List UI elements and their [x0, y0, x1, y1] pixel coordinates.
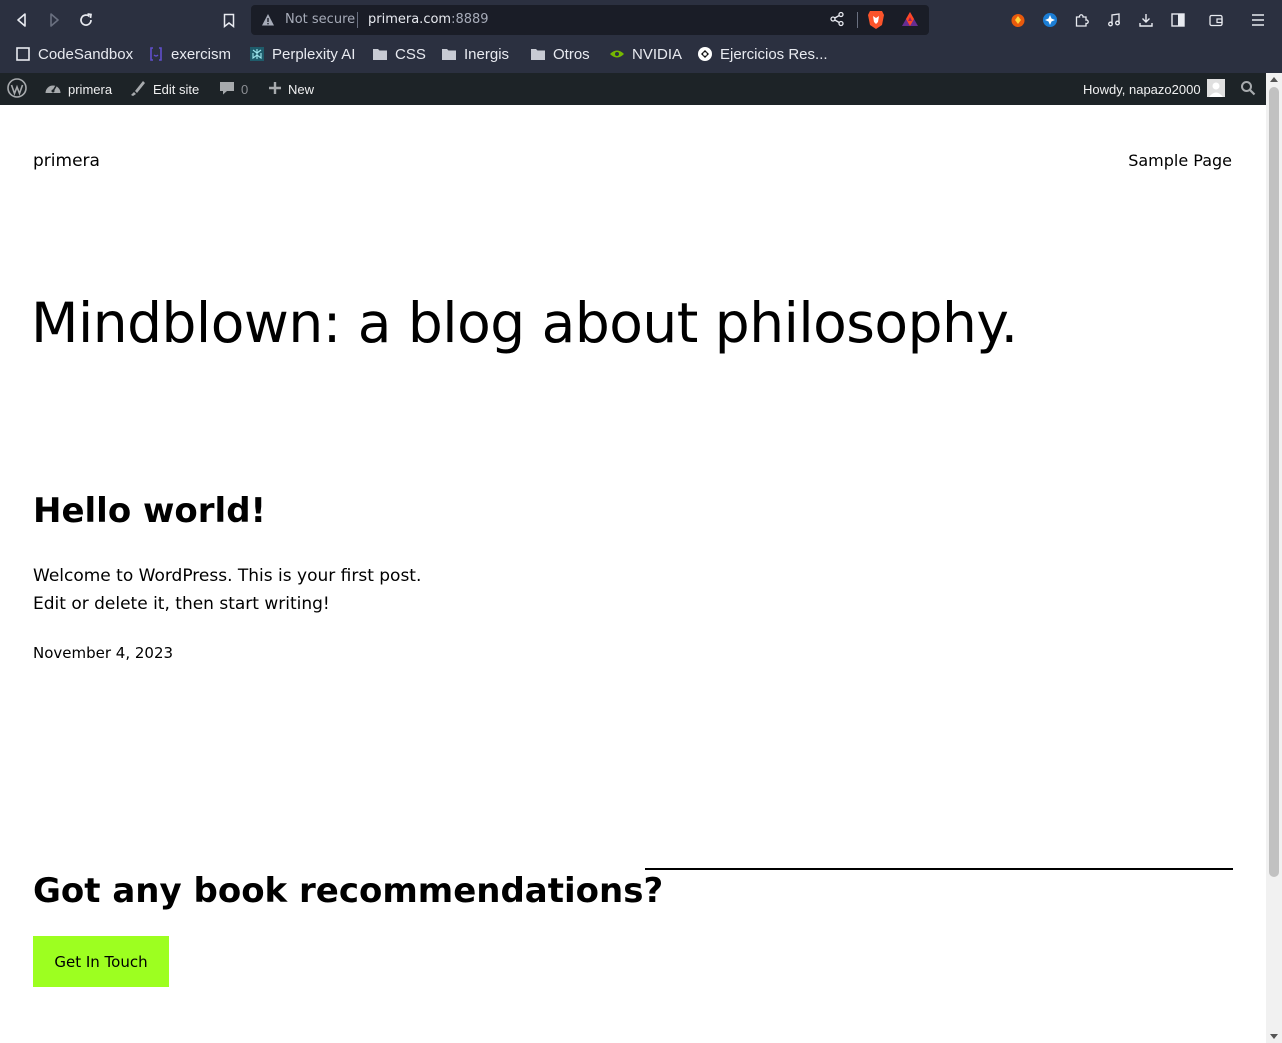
security-label[interactable]: Not secure — [285, 12, 355, 27]
wallet-icon[interactable] — [1205, 9, 1227, 31]
exercism-icon — [148, 46, 164, 62]
dashboard-icon — [44, 80, 62, 99]
codesandbox-icon — [15, 46, 31, 62]
new-content-menu[interactable]: New — [268, 73, 314, 105]
comments-count: 0 — [241, 81, 249, 97]
admin-search[interactable] — [1240, 73, 1256, 105]
plus-icon — [268, 81, 282, 98]
url-text[interactable]: primera.com:8889 — [368, 12, 489, 27]
new-label: New — [288, 81, 315, 97]
separator-line — [645, 868, 1233, 870]
search-icon — [1240, 80, 1256, 99]
brave-rewards-icon[interactable] — [901, 11, 919, 31]
post-excerpt-line: Edit or delete it, then start writing! — [33, 594, 330, 614]
bookmark-exercism[interactable]: exercism — [148, 40, 231, 68]
share-icon[interactable] — [829, 11, 845, 31]
bookmark-label: CodeSandbox — [38, 45, 134, 63]
site-title-link[interactable]: primera — [33, 151, 100, 171]
bookmark-label: exercism — [171, 45, 232, 63]
bookmark-codesandbox[interactable]: CodeSandbox — [15, 40, 133, 68]
page-content: primera Sample Page Mindblown: a blog ab… — [0, 105, 1266, 1043]
scroll-up-arrow-icon[interactable] — [1270, 77, 1278, 82]
menu-icon[interactable] — [1247, 9, 1269, 31]
bookmark-label: Ejercicios Res... — [720, 45, 828, 63]
scrollbar-thumb[interactable] — [1269, 87, 1279, 877]
download-icon[interactable] — [1135, 9, 1157, 31]
bookmark-perplexity[interactable]: Perplexity AI — [249, 40, 355, 68]
extension-fox-icon[interactable] — [1007, 9, 1029, 31]
wordpress-logo-icon — [7, 77, 27, 101]
scroll-down-arrow-icon[interactable] — [1270, 1034, 1278, 1039]
nav-sample-page-link[interactable]: Sample Page — [1128, 151, 1232, 170]
address-bar[interactable]: Not secure primera.com:8889 — [251, 5, 929, 35]
ejercicios-icon — [697, 46, 713, 62]
edit-site-label: Edit site — [153, 81, 200, 97]
reload-icon[interactable] — [75, 9, 97, 31]
site-name-menu[interactable]: primera — [44, 73, 112, 105]
media-music-icon[interactable] — [1103, 9, 1125, 31]
bookmark-label: Inergis — [464, 45, 510, 63]
forward-icon[interactable] — [43, 9, 65, 31]
bookmark-folder-css[interactable]: CSS — [372, 40, 426, 68]
bookmark-label: NVIDIA — [632, 45, 683, 63]
bookmarks-bar: CodeSandbox exercism Perplexity AI CSS I… — [0, 40, 1282, 73]
post-date-link[interactable]: November 4, 2023 — [33, 644, 173, 662]
brush-icon — [129, 79, 147, 100]
sidebar-toggle-icon[interactable] — [1167, 9, 1189, 31]
address-divider-2 — [857, 12, 858, 28]
comments-link[interactable]: 0 — [219, 73, 248, 105]
post-title-link[interactable]: Hello world! — [33, 491, 266, 531]
bookmark-label: Otros — [553, 45, 590, 63]
get-in-touch-button[interactable]: Get In Touch — [33, 936, 169, 987]
edit-site-link[interactable]: Edit site — [129, 73, 199, 105]
nvidia-icon — [609, 46, 625, 62]
wp-admin-bar: primera Edit site 0 New Howdy, napazo200… — [0, 73, 1266, 105]
bookmark-label: CSS — [395, 45, 426, 63]
folder-icon — [441, 46, 457, 62]
howdy-greeting: Howdy, napazo2000 — [1083, 81, 1201, 97]
bookmark-ejercicios[interactable]: Ejercicios Res... — [697, 40, 828, 68]
folder-icon — [372, 46, 388, 62]
bookmark-icon[interactable] — [218, 9, 240, 31]
perplexity-icon — [249, 46, 265, 62]
url-port: :8889 — [451, 12, 489, 27]
bookmark-label: Perplexity AI — [272, 45, 356, 63]
extension-blue-icon[interactable] — [1039, 9, 1061, 31]
back-icon[interactable] — [11, 9, 33, 31]
avatar — [1206, 78, 1225, 100]
admin-site-name: primera — [68, 81, 113, 97]
warning-icon[interactable] — [261, 12, 275, 31]
bookmark-folder-otros[interactable]: Otros — [530, 40, 590, 68]
wp-logo-menu[interactable] — [7, 73, 27, 105]
comment-bubble-icon — [219, 80, 235, 99]
url-host: primera.com — [368, 12, 452, 27]
bookmark-nvidia[interactable]: NVIDIA — [609, 40, 682, 68]
hero-heading: Mindblown: a blog about philosophy. — [31, 291, 1018, 355]
address-divider — [357, 12, 358, 28]
folder-icon — [530, 46, 546, 62]
post-excerpt-line: Welcome to WordPress. This is your first… — [33, 566, 422, 586]
page-scrollbar[interactable] — [1266, 73, 1282, 1043]
browser-toolbar: Not secure primera.com:8889 — [0, 0, 1282, 40]
bookmark-folder-inergis[interactable]: Inergis — [441, 40, 509, 68]
post-excerpt: Welcome to WordPress. This is your first… — [33, 562, 453, 618]
my-account-menu[interactable]: Howdy, napazo2000 — [1083, 73, 1225, 105]
extensions-puzzle-icon[interactable] — [1071, 9, 1093, 31]
cta-heading: Got any book recommendations? — [33, 871, 664, 911]
brave-shields-icon[interactable] — [867, 10, 885, 34]
